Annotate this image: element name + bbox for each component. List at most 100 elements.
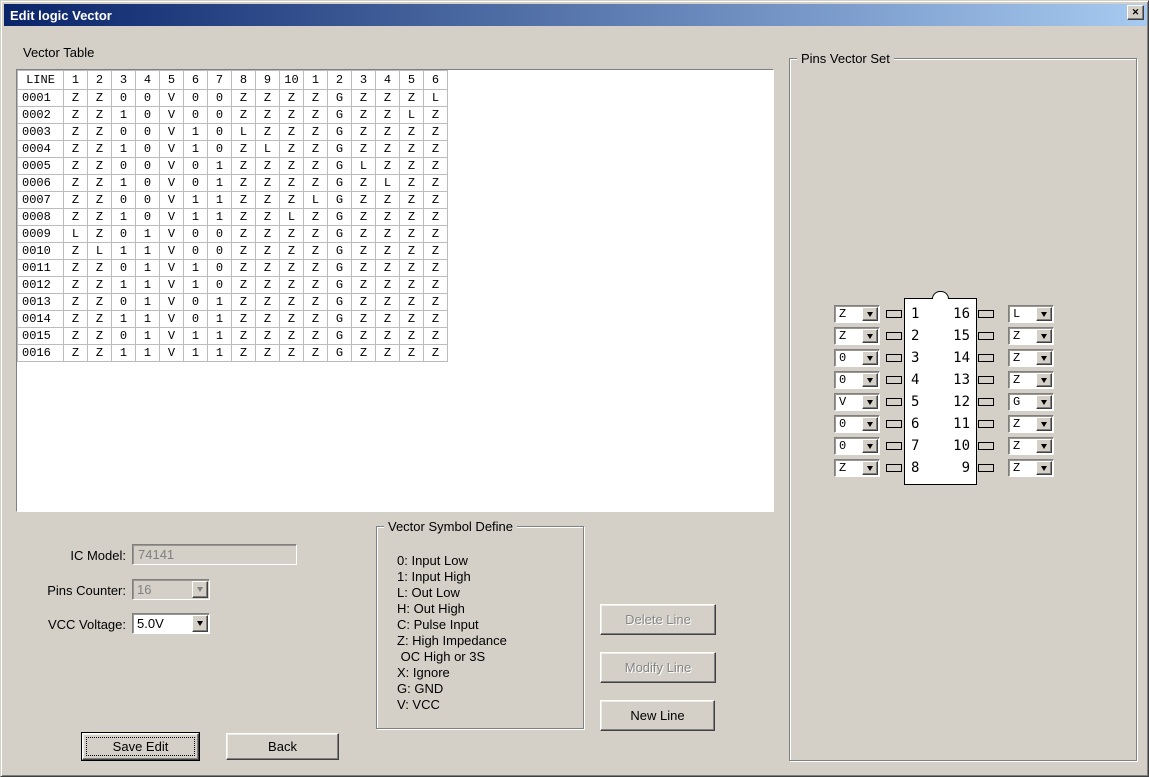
vector-cell: Z: [64, 90, 88, 107]
vector-cell: Z: [88, 175, 112, 192]
vector-cell: Z: [400, 311, 424, 328]
vector-cell: Z: [88, 209, 112, 226]
table-row[interactable]: 0016ZZ11V11ZZZZGZZZZ: [18, 345, 448, 362]
line-number-cell: 0012: [18, 277, 64, 294]
chevron-down-icon[interactable]: [1036, 439, 1052, 453]
pin-7-value-select[interactable]: 0: [834, 437, 880, 455]
vector-cell: 0: [112, 192, 136, 209]
chevron-down-icon[interactable]: [1036, 329, 1052, 343]
vector-cell: Z: [424, 294, 448, 311]
vector-table-grid: LINE12345678910123456 0001ZZ00V00ZZZZGZZ…: [17, 70, 448, 362]
pin-11-value-select[interactable]: Z: [1008, 415, 1054, 433]
table-row[interactable]: 0009LZ01V00ZZZZGZZZZ: [18, 226, 448, 243]
close-button[interactable]: ✕: [1127, 5, 1144, 20]
chevron-down-icon[interactable]: [862, 461, 878, 475]
vector-cell: 0: [184, 90, 208, 107]
table-row[interactable]: 0015ZZ01V11ZZZZGZZZZ: [18, 328, 448, 345]
pin-14-value-select[interactable]: Z: [1008, 349, 1054, 367]
vector-cell: 0: [208, 243, 232, 260]
pin-15-value-select[interactable]: Z: [1008, 327, 1054, 345]
pin-12-value-select[interactable]: G: [1008, 393, 1054, 411]
pin-16-value-select[interactable]: L: [1008, 305, 1054, 323]
pins-counter-select[interactable]: 16: [132, 579, 210, 600]
pin-5-value-select[interactable]: V: [834, 393, 880, 411]
pin-4-value-select[interactable]: 0: [834, 371, 880, 389]
pin-13-value-select[interactable]: Z: [1008, 371, 1054, 389]
pin-9-value-select[interactable]: Z: [1008, 459, 1054, 477]
new-line-button[interactable]: New Line: [600, 700, 715, 731]
vector-table-label: Vector Table: [23, 45, 94, 60]
chevron-down-icon[interactable]: [1036, 351, 1052, 365]
chevron-down-icon[interactable]: [1036, 307, 1052, 321]
table-row[interactable]: 0013ZZ01V01ZZZZGZZZZ: [18, 294, 448, 311]
vector-cell: Z: [424, 209, 448, 226]
pin-1-value-select[interactable]: Z: [834, 305, 880, 323]
ic-model-input[interactable]: 74141: [132, 544, 297, 565]
vector-cell: G: [328, 209, 352, 226]
chevron-down-icon[interactable]: [192, 581, 208, 598]
vector-cell: Z: [232, 226, 256, 243]
pin-number-12: 12: [948, 393, 970, 411]
table-row[interactable]: 0011ZZ01V10ZZZZGZZZZ: [18, 260, 448, 277]
vector-cell: Z: [256, 277, 280, 294]
vector-cell: Z: [280, 192, 304, 209]
pin-13-value: Z: [1013, 372, 1020, 388]
vector-cell: 0: [208, 124, 232, 141]
table-row[interactable]: 0002ZZ10V00ZZZZGZZLZ: [18, 107, 448, 124]
vector-cell: Z: [280, 175, 304, 192]
table-row[interactable]: 0005ZZ00V01ZZZZGLZZZ: [18, 158, 448, 175]
pin-6-value-select[interactable]: 0: [834, 415, 880, 433]
vector-cell: 1: [208, 192, 232, 209]
table-row[interactable]: 0014ZZ11V01ZZZZGZZZZ: [18, 311, 448, 328]
table-row[interactable]: 0010ZL11V00ZZZZGZZZZ: [18, 243, 448, 260]
chevron-down-icon[interactable]: [1036, 395, 1052, 409]
chevron-down-icon[interactable]: [1036, 417, 1052, 431]
table-row[interactable]: 0006ZZ10V01ZZZZGZLZZ: [18, 175, 448, 192]
vector-cell: Z: [304, 311, 328, 328]
column-header: 4: [376, 71, 400, 90]
chevron-down-icon[interactable]: [862, 395, 878, 409]
close-icon: ✕: [1132, 7, 1140, 18]
vector-cell: 1: [208, 311, 232, 328]
pin-8-value-select[interactable]: Z: [834, 459, 880, 477]
vector-cell: L: [304, 192, 328, 209]
table-row[interactable]: 0001ZZ00V00ZZZZGZZZL: [18, 90, 448, 107]
vector-cell: Z: [424, 226, 448, 243]
vcc-voltage-select[interactable]: 5.0V: [132, 613, 210, 634]
table-row[interactable]: 0007ZZ00V11ZZZLGZZZZ: [18, 192, 448, 209]
chevron-down-icon[interactable]: [862, 351, 878, 365]
vector-cell: Z: [424, 124, 448, 141]
titlebar[interactable]: Edit logic Vector: [4, 4, 1147, 26]
table-row[interactable]: 0003ZZ00V10LZZZGZZZZ: [18, 124, 448, 141]
chevron-down-icon[interactable]: [1036, 461, 1052, 475]
table-row[interactable]: 0004ZZ10V10ZLZZGZZZZ: [18, 141, 448, 158]
chevron-down-icon[interactable]: [862, 329, 878, 343]
chevron-down-icon[interactable]: [862, 417, 878, 431]
dropdown-triangle-icon: [197, 621, 203, 626]
vector-cell: 0: [112, 328, 136, 345]
vector-cell: Z: [376, 90, 400, 107]
chevron-down-icon[interactable]: [1036, 373, 1052, 387]
pin-2-value-select[interactable]: Z: [834, 327, 880, 345]
vector-cell: L: [424, 90, 448, 107]
chevron-down-icon[interactable]: [192, 615, 208, 632]
vector-cell: 1: [136, 328, 160, 345]
vector-cell: Z: [280, 141, 304, 158]
pin-4-stub: [886, 376, 902, 384]
dropdown-triangle-icon: [1041, 356, 1047, 361]
chevron-down-icon[interactable]: [862, 439, 878, 453]
vector-cell: V: [160, 311, 184, 328]
vector-cell: L: [376, 175, 400, 192]
modify-line-button[interactable]: Modify Line: [600, 652, 716, 683]
pin-3-value-select[interactable]: 0: [834, 349, 880, 367]
table-row[interactable]: 0008ZZ10V11ZZLZGZZZZ: [18, 209, 448, 226]
pins-counter-label: Pins Counter:: [31, 583, 126, 598]
back-button[interactable]: Back: [226, 733, 339, 760]
chevron-down-icon[interactable]: [862, 307, 878, 321]
delete-line-button[interactable]: Delete Line: [600, 604, 716, 635]
chevron-down-icon[interactable]: [862, 373, 878, 387]
save-edit-button[interactable]: Save Edit: [82, 733, 199, 760]
vector-cell: G: [328, 107, 352, 124]
pin-10-value-select[interactable]: Z: [1008, 437, 1054, 455]
table-row[interactable]: 0012ZZ11V10ZZZZGZZZZ: [18, 277, 448, 294]
